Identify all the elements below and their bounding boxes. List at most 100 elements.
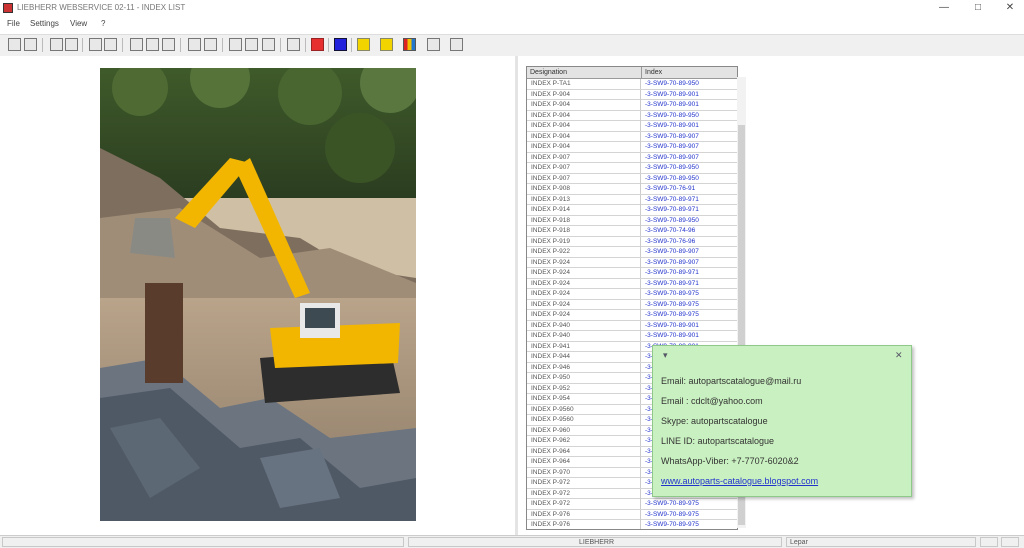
index-link-cell[interactable]: -3-SW9-70-74-96 [642,226,737,236]
first-icon[interactable] [8,38,21,51]
popup-menu-icon[interactable]: ▾ [663,350,668,361]
table-row[interactable]: INDEX P-919 -3-SW9-70-76-96 [527,236,737,247]
designation-cell[interactable]: INDEX P-904 [527,89,641,100]
index-link-cell[interactable]: -3-SW9-70-89-901 [642,321,737,331]
print-icon[interactable] [89,38,102,51]
designation-cell[interactable]: INDEX P-972 [527,488,641,499]
index-link-cell[interactable]: -3-SW9-70-89-907 [642,142,737,152]
table-row[interactable]: INDEX P-907 -3-SW9-70-89-950 [527,173,737,184]
popup-website-link[interactable]: www.autoparts-catalogue.blogspot.com [661,476,818,486]
designation-cell[interactable]: INDEX P-907 [527,173,641,184]
index-link-cell[interactable]: -3-SW9-70-89-971 [642,268,737,278]
index-link-cell[interactable]: -3-SW9-70-89-971 [642,205,737,215]
rotate-icon[interactable] [245,38,258,51]
index-link-cell[interactable]: -3-SW9-70-89-901 [642,331,737,341]
designation-cell[interactable]: INDEX P-952 [527,383,641,394]
designation-cell[interactable]: INDEX P-944 [527,352,641,362]
table-row[interactable]: INDEX P-924 -3-SW9-70-89-971 [527,278,737,289]
menu-view[interactable]: View [70,19,87,28]
blue-marker-icon[interactable] [334,38,347,51]
print-preview-icon[interactable] [287,38,300,51]
table-row[interactable]: INDEX P-918 -3-SW9-70-74-96 [527,226,737,237]
designation-cell[interactable]: INDEX P-976 [527,509,641,520]
table-row[interactable]: INDEX P-918 -3-SW9-70-89-950 [527,215,737,226]
designation-cell[interactable]: INDEX P-946 [527,362,641,373]
keyboard-icon[interactable] [450,38,463,51]
designation-cell[interactable]: INDEX P-918 [527,226,641,236]
prev-icon[interactable] [24,38,37,51]
help-icon[interactable] [427,38,440,51]
designation-cell[interactable]: INDEX P-940 [527,320,641,331]
find-next-icon[interactable] [204,38,217,51]
designation-cell[interactable]: INDEX P-904 [527,142,641,152]
table-row[interactable]: INDEX P-940 -3-SW9-70-89-901 [527,331,737,342]
designation-cell[interactable]: INDEX P-954 [527,394,641,404]
palette-icon[interactable] [403,38,416,51]
zoom-fit-icon[interactable] [50,38,63,51]
index-link-cell[interactable]: -3-SW9-70-89-907 [642,153,737,163]
table-row[interactable]: INDEX P-904 -3-SW9-70-89-901 [527,89,737,100]
designation-cell[interactable]: INDEX P-941 [527,341,641,352]
index-link-cell[interactable]: -3-SW9-70-89-975 [642,310,737,320]
index-link-cell[interactable]: -3-SW9-70-89-950 [642,111,737,121]
table-row[interactable]: INDEX P-904 -3-SW9-70-89-950 [527,110,737,121]
designation-cell[interactable]: INDEX P-904 [527,131,641,142]
copy-icon[interactable] [229,38,242,51]
table-row[interactable]: INDEX P-904 -3-SW9-70-89-901 [527,100,737,111]
export-icon[interactable] [262,38,275,51]
index-link-cell[interactable]: -3-SW9-70-89-975 [642,300,737,310]
close-button[interactable]: ✕ [990,0,1024,16]
designation-cell[interactable]: INDEX P-964 [527,457,641,467]
designation-cell[interactable]: INDEX P-924 [527,289,641,299]
designation-cell[interactable]: INDEX P-TA1 [527,79,641,89]
index-link-cell[interactable]: -3-SW9-70-89-901 [642,121,737,131]
table-row[interactable]: INDEX P-904 -3-SW9-70-89-901 [527,121,737,132]
table-row[interactable]: INDEX P-924 -3-SW9-70-89-975 [527,289,737,300]
index-link-cell[interactable]: -3-SW9-70-89-971 [642,279,737,289]
zoom-in-icon[interactable] [130,38,143,51]
designation-cell[interactable]: INDEX P-972 [527,499,641,509]
designation-cell[interactable]: INDEX P-924 [527,257,641,268]
zoom-out-icon[interactable] [146,38,159,51]
table-row[interactable]: INDEX P-924 -3-SW9-70-89-975 [527,310,737,321]
table-row[interactable]: INDEX P-924 -3-SW9-70-89-907 [527,257,737,268]
index-link-cell[interactable]: -3-SW9-70-89-975 [642,510,737,520]
designation-cell[interactable]: INDEX P-950 [527,373,641,383]
table-row[interactable]: INDEX P-922 -3-SW9-70-89-907 [527,247,737,258]
index-link-cell[interactable]: -3-SW9-70-89-901 [642,90,737,100]
designation-cell[interactable]: INDEX P-976 [527,520,641,529]
save-icon[interactable] [104,38,117,51]
index-link-cell[interactable]: -3-SW9-70-89-907 [642,132,737,142]
menu-settings[interactable]: Settings [30,19,59,28]
index-link-cell[interactable]: -3-SW9-70-89-975 [642,520,737,529]
table-row[interactable]: INDEX P-940 -3-SW9-70-89-901 [527,320,737,331]
designation-cell[interactable]: INDEX P-904 [527,110,641,121]
designation-cell[interactable]: INDEX P-907 [527,152,641,163]
designation-cell[interactable]: INDEX P-9560 [527,404,641,415]
index-link-cell[interactable]: -3-SW9-70-89-901 [642,100,737,110]
table-row[interactable]: INDEX P-924 -3-SW9-70-89-975 [527,299,737,310]
table-row[interactable]: INDEX P-924 -3-SW9-70-89-971 [527,268,737,279]
zoom-width-icon[interactable] [65,38,78,51]
designation-cell[interactable]: INDEX P-970 [527,467,641,478]
column-header-designation[interactable]: Designation [527,67,642,78]
designation-cell[interactable]: INDEX P-904 [527,100,641,110]
index-link-cell[interactable]: -3-SW9-70-89-950 [642,79,737,89]
designation-cell[interactable]: INDEX P-9560 [527,415,641,425]
table-row[interactable]: INDEX P-TA1 -3-SW9-70-89-950 [527,79,737,90]
stop-icon[interactable] [311,38,324,51]
designation-cell[interactable]: INDEX P-924 [527,278,641,289]
designation-cell[interactable]: INDEX P-914 [527,205,641,215]
table-row[interactable]: INDEX P-907 -3-SW9-70-89-950 [527,163,737,174]
designation-cell[interactable]: INDEX P-919 [527,236,641,247]
table-row[interactable]: INDEX P-914 -3-SW9-70-89-971 [527,205,737,216]
designation-cell[interactable]: INDEX P-972 [527,478,641,488]
designation-cell[interactable]: INDEX P-918 [527,215,641,226]
table-row[interactable]: INDEX P-972-3-SW9-70-89-975 [527,499,737,510]
designation-cell[interactable]: INDEX P-960 [527,425,641,436]
designation-cell[interactable]: INDEX P-913 [527,194,641,205]
menu-help[interactable]: ? [101,19,105,28]
designation-cell[interactable]: INDEX P-924 [527,299,641,310]
index-link-cell[interactable]: -3-SW9-70-76-96 [642,237,737,247]
index-link-cell[interactable]: -3-SW9-70-76-91 [642,184,737,194]
